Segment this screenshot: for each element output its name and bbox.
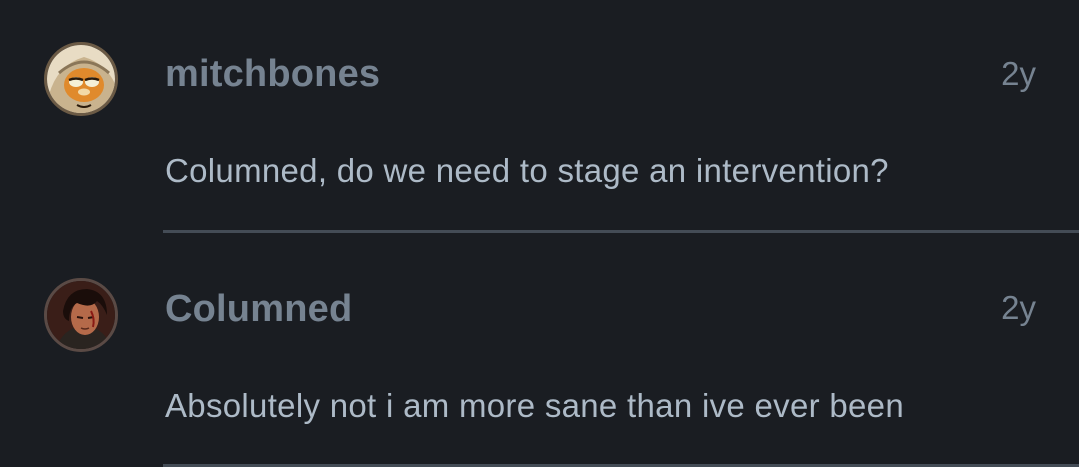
- username[interactable]: mitchbones: [165, 53, 380, 96]
- comment-divider: [163, 230, 1079, 233]
- timestamp: 2y: [1001, 289, 1036, 326]
- comment-text: Absolutely not i am more sane than ive e…: [165, 387, 904, 424]
- user-avatar[interactable]: [44, 42, 118, 116]
- comment-text: Columned, do we need to stage an interve…: [165, 152, 889, 189]
- timestamp: 2y: [1001, 55, 1036, 92]
- user-avatar[interactable]: [44, 278, 118, 352]
- cartoon-cat-avatar-icon: [47, 45, 115, 113]
- dark-portrait-avatar-icon: [47, 281, 115, 349]
- username[interactable]: Columned: [165, 288, 352, 331]
